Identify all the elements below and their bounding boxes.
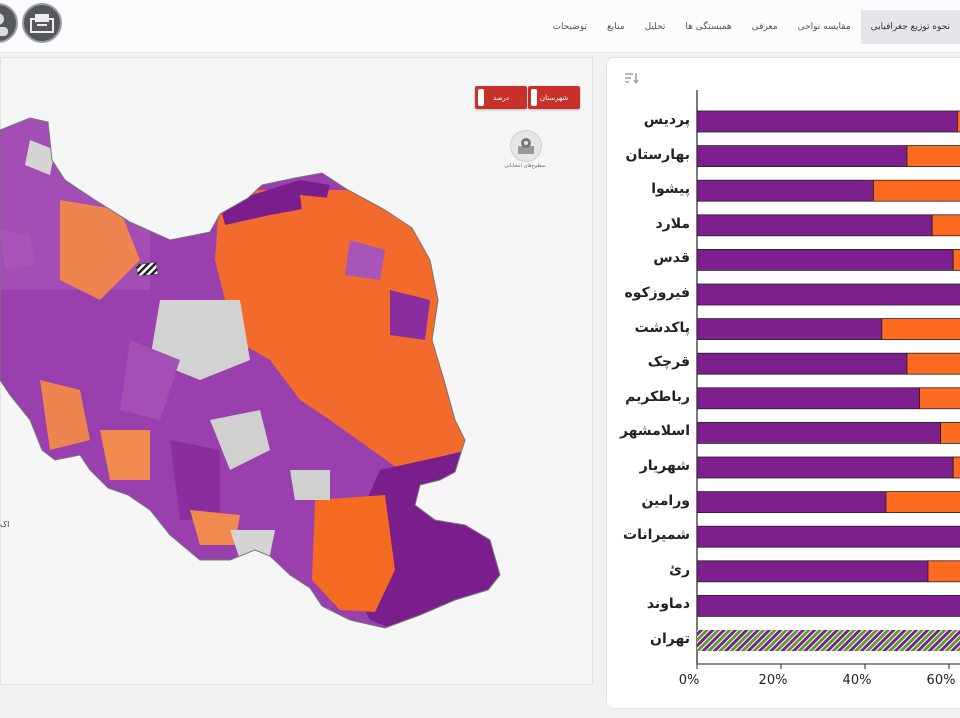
category-label: رباطکریم — [625, 388, 690, 405]
x-tick-label: 40% — [842, 673, 872, 688]
category-label: شهریار — [639, 458, 690, 474]
nav-item[interactable]: نحوه توزیع جغرافیایی — [860, 10, 960, 44]
category-label: قرچک — [647, 354, 690, 371]
nav-item[interactable]: منابع — [597, 10, 635, 44]
choropleth-map[interactable] — [0, 0, 600, 690]
category-label: قدس — [653, 250, 690, 267]
nav-item[interactable]: همبستگی ها — [675, 10, 741, 44]
category-label: پاکدشت — [634, 319, 690, 336]
x-tick-label: 20% — [758, 673, 788, 688]
category-label: پردیس — [643, 112, 690, 128]
nav-item[interactable]: تحلیل — [635, 10, 676, 44]
category-label: بهارستان — [625, 146, 690, 163]
category-label: دماوند — [646, 596, 690, 613]
category-label: تهران — [650, 631, 690, 647]
nav-item[interactable]: معرفی — [742, 10, 788, 44]
sort-icon[interactable] — [624, 72, 640, 84]
category-label: پیشوا — [651, 181, 690, 198]
category-label: ریٔ — [669, 561, 690, 578]
main-nav: نحوه توزیع جغرافیایی مقایسه نواحی معرفی همب… — [542, 10, 960, 44]
nav-item[interactable]: مقایسه نواحی — [788, 10, 861, 44]
category-label: شمیرانات — [623, 527, 690, 544]
x-tick-label: 60% — [926, 673, 956, 688]
x-tick-label: 0% — [678, 673, 700, 688]
category-label: ملارد — [655, 215, 690, 232]
category-label: اسلامشهر — [619, 423, 690, 440]
category-label: فیروزکوه — [624, 285, 690, 301]
category-label: ورامین — [641, 492, 690, 509]
